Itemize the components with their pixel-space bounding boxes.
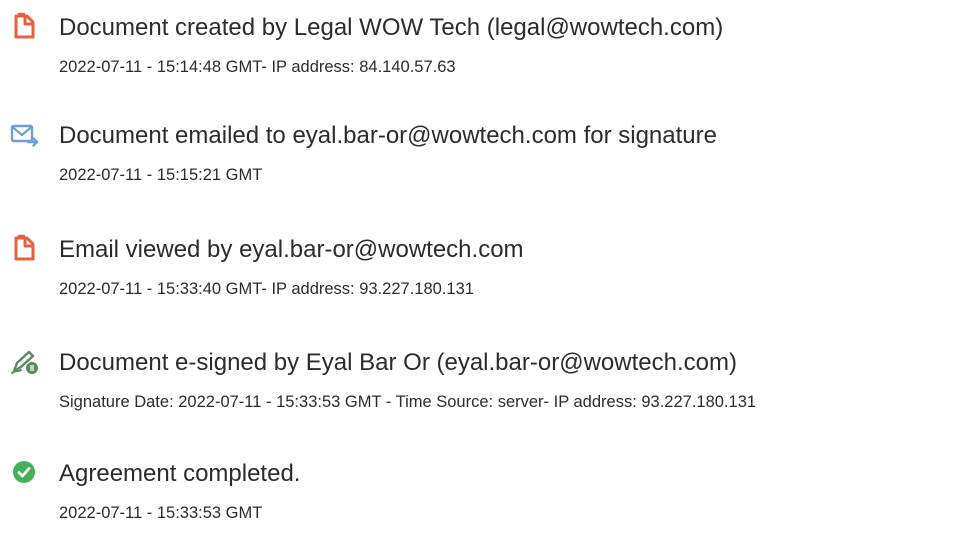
event-title: Document emailed to eyal.bar-or@wowtech.… xyxy=(59,122,717,149)
event-title: Document e-signed by Eyal Bar Or (eyal.b… xyxy=(59,349,737,376)
event-title: Document created by Legal WOW Tech (lega… xyxy=(59,14,724,41)
event-detail: 2022-07-11 - 15:33:53 GMT xyxy=(59,504,263,522)
e-sign-pen-icon xyxy=(8,345,40,377)
audit-event-completed: Agreement completed. 2022-07-11 - 15:33:… xyxy=(0,456,963,546)
audit-event-emailed: Document emailed to eyal.bar-or@wowtech.… xyxy=(0,118,963,208)
event-title: Agreement completed. xyxy=(59,460,301,487)
audit-event-created: Document created by Legal WOW Tech (lega… xyxy=(0,10,963,100)
audit-event-viewed: Email viewed by eyal.bar-or@wowtech.com … xyxy=(0,232,963,322)
event-detail: 2022-07-11 - 15:33:40 GMT- IP address: 9… xyxy=(59,280,474,298)
check-circle-icon xyxy=(8,456,40,488)
document-icon xyxy=(8,232,40,264)
event-title: Email viewed by eyal.bar-or@wowtech.com xyxy=(59,236,524,263)
event-detail: 2022-07-11 - 15:15:21 GMT xyxy=(59,166,263,184)
audit-event-signed: Document e-signed by Eyal Bar Or (eyal.b… xyxy=(0,345,963,435)
event-detail: 2022-07-11 - 15:14:48 GMT- IP address: 8… xyxy=(59,58,456,76)
event-detail: Signature Date: 2022-07-11 - 15:33:53 GM… xyxy=(59,393,757,411)
email-sent-icon xyxy=(8,118,40,150)
document-icon xyxy=(8,10,40,42)
